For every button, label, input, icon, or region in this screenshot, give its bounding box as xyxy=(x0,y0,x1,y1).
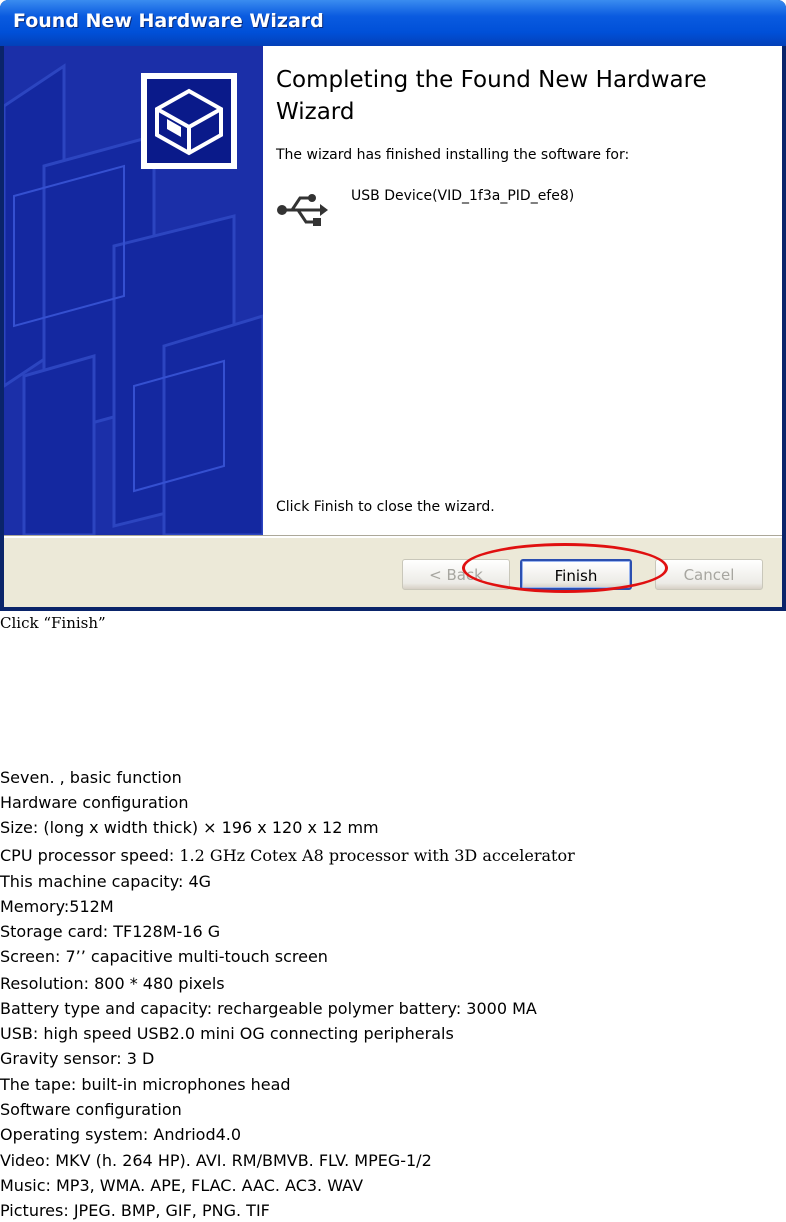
spec-music: Music: MP3, WMA. APE, FLAC. AAC. AC3. WA… xyxy=(0,1176,364,1195)
software-heading: Software configuration xyxy=(0,1100,182,1119)
figure-caption: Click “Finish” xyxy=(0,614,106,632)
cancel-button[interactable]: Cancel xyxy=(655,559,763,590)
install-message: The wizard has finished installing the s… xyxy=(276,147,630,163)
close-message: Click Finish to close the wizard. xyxy=(276,499,495,515)
spec-size: Size: (long x width thick) × 196 x 120 x… xyxy=(0,818,379,837)
finish-highlight-ellipse xyxy=(462,543,668,593)
spec-pictures: Pictures: JPEG. BMP, GIF, PNG. TIF xyxy=(0,1201,270,1220)
spec-cpu-label: CPU processor speed: xyxy=(0,846,180,865)
spec-usb: USB: high speed USB2.0 mini OG connectin… xyxy=(0,1024,454,1043)
spec-gravity: Gravity sensor: 3 D xyxy=(0,1049,155,1068)
usb-icon xyxy=(277,194,328,226)
button-separator xyxy=(4,535,782,538)
spec-capacity: This machine capacity: 4G xyxy=(0,872,212,891)
hardware-icon xyxy=(141,73,237,169)
device-name: USB Device(VID_1f3a_PID_efe8) xyxy=(351,188,575,204)
spec-os: Operating system: Andriod4.0 xyxy=(0,1125,242,1144)
spec-cpu: CPU processor speed: 1.2 GHz Cotex A8 pr… xyxy=(0,846,575,866)
spec-memory: Memory:512M xyxy=(0,897,114,916)
section-heading: Seven. , basic function xyxy=(0,768,182,787)
spec-screen: Screen: 7’’ capacitive multi-touch scree… xyxy=(0,947,328,966)
spec-storage: Storage card: TF128M-16 G xyxy=(0,922,221,941)
window-title: Found New Hardware Wizard xyxy=(13,10,324,32)
hardware-heading: Hardware configuration xyxy=(0,793,189,812)
spec-resolution: Resolution: 800 * 480 pixels xyxy=(0,974,225,993)
spec-cpu-value: 1.2 GHz Cotex A8 processor with 3D accel… xyxy=(179,846,575,865)
spec-tape: The tape: built-in microphones head xyxy=(0,1075,291,1094)
title-bar[interactable]: Found New Hardware Wizard xyxy=(0,0,786,46)
wizard-heading: Completing the Found New Hardware Wizard xyxy=(276,67,707,125)
wizard-banner xyxy=(4,46,263,535)
spec-video: Video: MKV (h. 264 HP). AVI. RM/BMVB. FL… xyxy=(0,1151,432,1170)
spec-battery: Battery type and capacity: rechargeable … xyxy=(0,999,537,1018)
